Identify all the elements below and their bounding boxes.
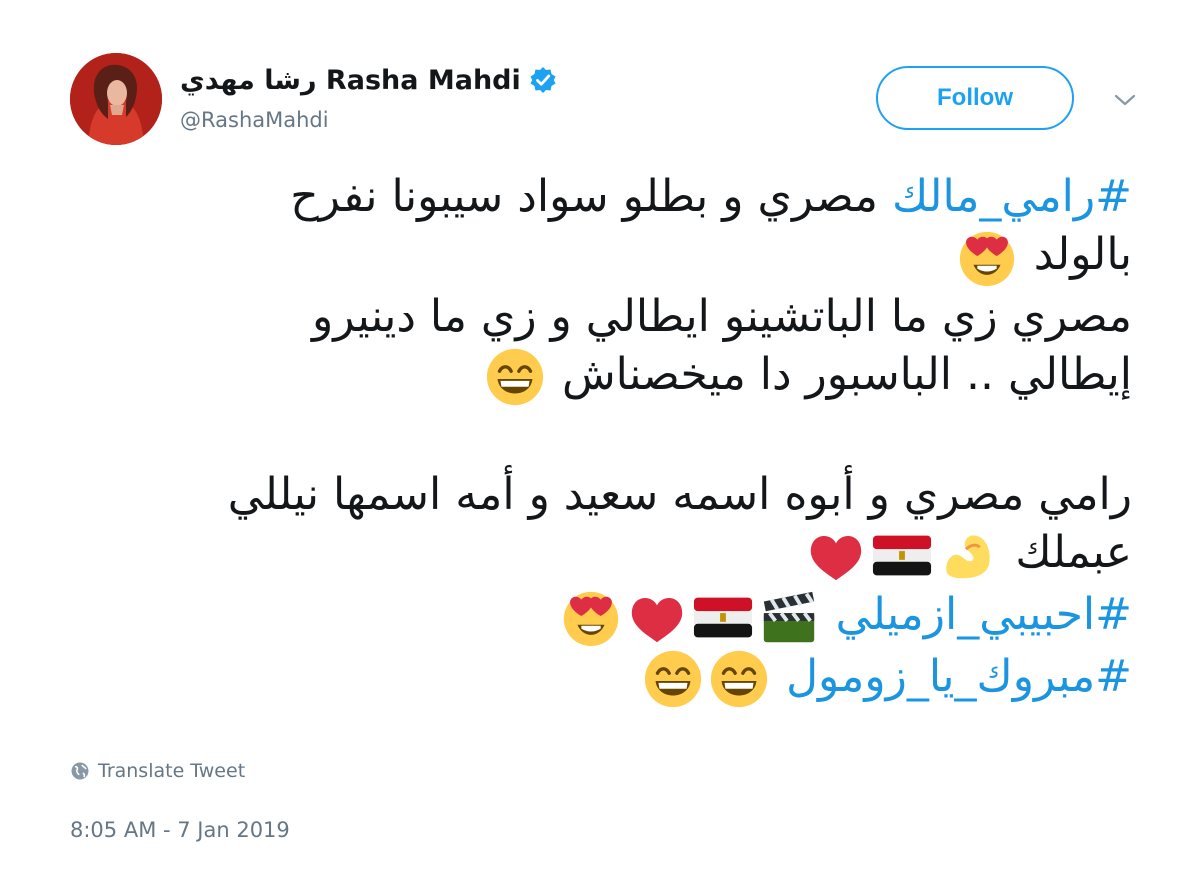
tweet-card: رشا مهدي Rasha Mahdi @RashaMahdi Follow … bbox=[0, 0, 1200, 873]
tweet-text-segment: بالولد bbox=[1033, 229, 1132, 280]
verified-badge-icon bbox=[529, 66, 557, 94]
tweet-text-segment: إيطالي .. الباسبور دا ميخصناش bbox=[561, 349, 1132, 400]
clapper-board-emoji-icon bbox=[758, 586, 820, 648]
tweet-line-8: #مبروك_يا_زومول bbox=[72, 648, 1132, 710]
tweet-text-segment: مصري و بطلو سواد سيبونا نفرح bbox=[290, 171, 892, 222]
translate-tweet-link[interactable]: Translate Tweet bbox=[70, 760, 245, 782]
tweet-text: #رامي_مالك مصري و بطلو سواد سيبونا نفرح … bbox=[72, 168, 1132, 710]
follow-button[interactable]: Follow bbox=[876, 66, 1074, 130]
heart-eyes-emoji-icon bbox=[956, 226, 1018, 288]
tweet-line-1: #رامي_مالك مصري و بطلو سواد سيبونا نفرح bbox=[72, 168, 1132, 226]
flexed-bicep-emoji-icon bbox=[937, 524, 999, 586]
display-name[interactable]: رشا مهدي Rasha Mahdi bbox=[180, 65, 521, 96]
tweet-timestamp[interactable]: 8:05 AM - 7 Jan 2019 bbox=[70, 818, 290, 842]
tweet-line-3: مصري زي ما الباتشينو ايطالي و زي ما ديني… bbox=[72, 288, 1132, 346]
grinning-emoji-icon bbox=[484, 346, 546, 408]
grinning-emoji-icon bbox=[708, 648, 770, 710]
tweet-line-6: عبملك bbox=[72, 524, 1132, 586]
red-heart-emoji-icon bbox=[626, 586, 688, 648]
tweet-line-2: بالولد bbox=[72, 226, 1132, 288]
hashtag-link[interactable]: #احبيبي_ازميلي bbox=[836, 589, 1132, 640]
display-name-row[interactable]: رشا مهدي Rasha Mahdi bbox=[180, 60, 557, 100]
grinning-emoji-icon bbox=[642, 648, 704, 710]
egypt-flag-icon bbox=[871, 524, 933, 586]
tweet-text-segment: رامي مصري و أبوه اسمه سعيد و أمه اسمها ن… bbox=[227, 469, 1132, 520]
red-heart-emoji-icon bbox=[805, 524, 867, 586]
hashtag-link[interactable]: #مبروك_يا_زومول bbox=[786, 651, 1132, 702]
tweet-text-segment: عبملك bbox=[1015, 527, 1132, 578]
tweet-line-5: رامي مصري و أبوه اسمه سعيد و أمه اسمها ن… bbox=[72, 466, 1132, 524]
globe-icon bbox=[70, 761, 90, 781]
egypt-flag-icon bbox=[692, 586, 754, 648]
tweet-line-7: #احبيبي_ازميلي bbox=[72, 586, 1132, 648]
tweet-line-4: إيطالي .. الباسبور دا ميخصناش bbox=[72, 346, 1132, 408]
heart-eyes-emoji-icon bbox=[560, 586, 622, 648]
avatar[interactable] bbox=[70, 53, 162, 145]
hashtag-link[interactable]: #رامي_مالك bbox=[892, 171, 1132, 222]
translate-label: Translate Tweet bbox=[98, 760, 246, 782]
tweet-text-segment: مصري زي ما الباتشينو ايطالي و زي ما ديني… bbox=[312, 291, 1132, 342]
user-handle[interactable]: @RashaMahdi bbox=[180, 108, 329, 132]
chevron-down-icon[interactable] bbox=[1112, 90, 1138, 110]
